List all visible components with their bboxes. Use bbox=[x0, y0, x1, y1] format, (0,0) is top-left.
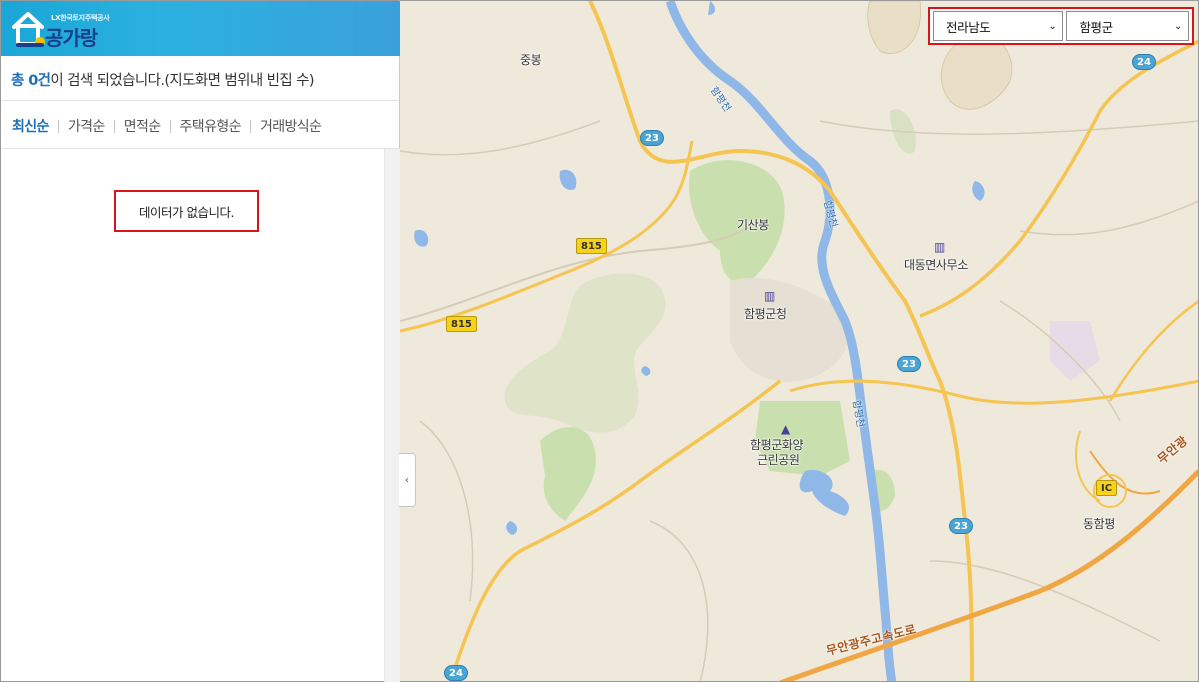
sort-tab-price[interactable]: 가격순 bbox=[68, 116, 105, 136]
no-data-message: 데이터가 없습니다. bbox=[114, 190, 259, 232]
result-summary: 총 0건이 검색 되었습니다.(지도화면 범위내 빈집 수) bbox=[11, 69, 315, 90]
province-select-value: 전라남도 bbox=[946, 19, 991, 35]
sort-tab-trade-type[interactable]: 거래방식순 bbox=[260, 116, 322, 136]
map-label-gisanbong: 기산봉 bbox=[737, 218, 769, 232]
brand-header: LX한국토지주택공사 공가랑 bbox=[1, 1, 400, 56]
tab-separator bbox=[113, 119, 115, 133]
list-scrollbar[interactable] bbox=[384, 149, 400, 682]
sort-tab-house-type[interactable]: 주택유형순 bbox=[180, 116, 242, 136]
result-count: 총 0건 bbox=[11, 73, 51, 89]
route-badge-815: 815 bbox=[576, 238, 607, 254]
map-label-park-line2: 근린공원 bbox=[757, 453, 800, 467]
county-select-value: 함평군 bbox=[1079, 19, 1113, 35]
route-badge-815: 815 bbox=[446, 316, 477, 332]
chevron-down-icon: ⌄ bbox=[1048, 20, 1057, 32]
map-label-daedong-office: 대동면사무소 bbox=[904, 258, 968, 272]
route-badge-23: 23 bbox=[897, 356, 921, 372]
park-icon: ▲ bbox=[781, 422, 791, 436]
sort-tabs: 최신순 가격순 면적순 주택유형순 거래방식순 bbox=[12, 116, 322, 136]
tab-separator bbox=[169, 119, 171, 133]
divider bbox=[2, 148, 400, 149]
map-label-dong-hampyeong: 동함평 bbox=[1083, 517, 1115, 531]
building-icon: ▥ bbox=[934, 240, 946, 254]
brand-name: 공가랑 bbox=[45, 26, 98, 50]
map-view[interactable]: 23 23 23 24 24 815 815 중봉 기산봉 ▥ 대동면사무소 ▥… bbox=[400, 0, 1199, 682]
map-label-jungbong: 중봉 bbox=[520, 53, 542, 67]
collapse-panel-button[interactable]: ‹ bbox=[399, 453, 416, 507]
region-select-group: 전라남도 ⌄ 함평군 ⌄ bbox=[928, 7, 1194, 45]
map-label-county-office: 함평군청 bbox=[744, 307, 787, 321]
result-summary-text: 이 검색 되었습니다.(지도화면 범위내 빈집 수) bbox=[50, 73, 314, 89]
logo[interactable]: LX한국토지주택공사 공가랑 bbox=[11, 7, 110, 51]
tab-separator bbox=[249, 119, 251, 133]
province-select[interactable]: 전라남도 ⌄ bbox=[933, 11, 1064, 41]
route-badge-23: 23 bbox=[640, 130, 664, 146]
chevron-down-icon: ⌄ bbox=[1174, 20, 1182, 32]
county-select[interactable]: 함평군 ⌄ bbox=[1066, 11, 1189, 41]
map-canvas bbox=[400, 1, 1198, 681]
divider bbox=[2, 100, 400, 101]
sort-tab-area[interactable]: 면적순 bbox=[124, 116, 161, 136]
chevron-left-icon: ‹ bbox=[405, 474, 409, 486]
route-badge-24: 24 bbox=[444, 665, 468, 681]
ic-icon: IC bbox=[1096, 480, 1118, 496]
sort-tab-latest[interactable]: 최신순 bbox=[12, 116, 49, 136]
tab-separator bbox=[57, 119, 59, 133]
route-badge-24: 24 bbox=[1132, 54, 1156, 70]
sidebar-panel: LX한국토지주택공사 공가랑 총 0건이 검색 되었습니다.(지도화면 범위내 … bbox=[0, 0, 400, 682]
house-logo-icon bbox=[12, 12, 45, 47]
building-icon: ▥ bbox=[764, 289, 776, 303]
route-badge-23: 23 bbox=[949, 518, 973, 534]
